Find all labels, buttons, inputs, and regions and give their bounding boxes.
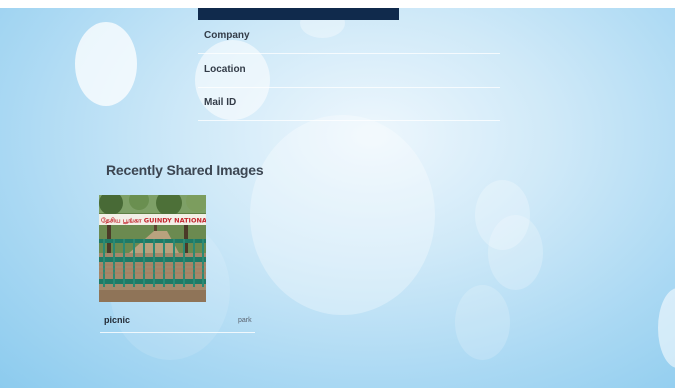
location-field[interactable]: Location — [198, 53, 500, 88]
section-title: Recently Shared Images — [106, 162, 264, 178]
shared-image-thumbnail[interactable]: தேசிய பூங்கா GUINDY NATIONAL PARK — [99, 195, 206, 302]
mail-id-field[interactable]: Mail ID — [198, 86, 500, 121]
top-strip — [0, 0, 675, 8]
divider — [100, 332, 255, 333]
background-bokeh — [488, 215, 543, 290]
background-bokeh — [75, 22, 137, 106]
company-field[interactable]: Company — [198, 19, 500, 54]
location-label: Location — [204, 64, 246, 75]
background-bokeh — [475, 180, 530, 250]
image-caption: picnic — [104, 315, 131, 325]
background-bokeh — [658, 288, 675, 368]
mail-id-label: Mail ID — [204, 97, 237, 108]
background-bokeh — [455, 285, 510, 360]
image-tag: park — [238, 317, 252, 324]
sign-text: தேசிய பூங்கா GUINDY NATIONAL PARK — [101, 217, 206, 226]
background-bokeh — [250, 115, 435, 315]
company-label: Company — [204, 30, 250, 41]
